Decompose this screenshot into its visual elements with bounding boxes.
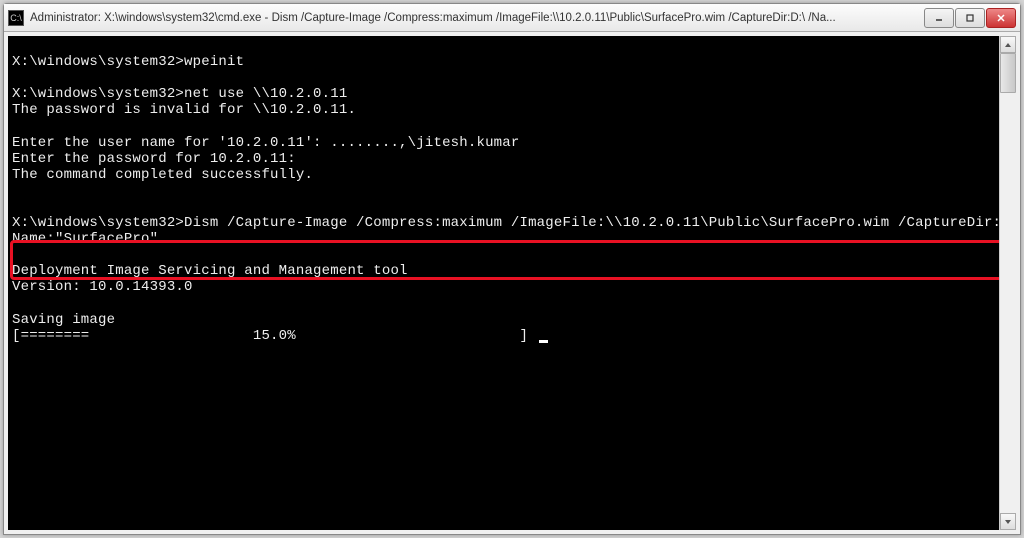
console-line: Name:"SurfacePro" <box>12 231 158 247</box>
scroll-down-button[interactable] <box>1000 513 1016 530</box>
console-line: Saving image <box>12 312 115 328</box>
console-line: X:\windows\system32>Dism /Capture-Image … <box>12 215 999 231</box>
console-line: Enter the user name for '10.2.0.11': ...… <box>12 135 519 151</box>
cmd-window: C:\ Administrator: X:\windows\system32\c… <box>3 3 1021 535</box>
progress-bar-line: [======== 15.0% ] <box>12 328 537 344</box>
close-button[interactable] <box>986 8 1016 28</box>
console-line: Version: 10.0.14393.0 <box>12 279 193 295</box>
scroll-up-button[interactable] <box>1000 36 1016 53</box>
console-line: X:\windows\system32>net use \\10.2.0.11 <box>12 86 347 102</box>
console-area: X:\windows\system32>wpeinit X:\windows\s… <box>4 32 1020 534</box>
console-output[interactable]: X:\windows\system32>wpeinit X:\windows\s… <box>8 36 999 530</box>
console-line: Deployment Image Servicing and Managemen… <box>12 263 408 279</box>
titlebar[interactable]: C:\ Administrator: X:\windows\system32\c… <box>4 4 1020 32</box>
text-cursor <box>539 340 548 343</box>
console-line: X:\windows\system32>wpeinit <box>12 54 244 70</box>
console-line: The command completed successfully. <box>12 167 313 183</box>
console-line: The password is invalid for \\10.2.0.11. <box>12 102 356 118</box>
maximize-button[interactable] <box>955 8 985 28</box>
cmd-icon: C:\ <box>8 10 24 26</box>
window-controls <box>923 8 1016 28</box>
scrollbar-thumb[interactable] <box>1000 53 1016 93</box>
console-line: Enter the password for 10.2.0.11: <box>12 151 296 167</box>
vertical-scrollbar[interactable] <box>999 36 1016 530</box>
minimize-button[interactable] <box>924 8 954 28</box>
window-title: Administrator: X:\windows\system32\cmd.e… <box>30 12 923 24</box>
